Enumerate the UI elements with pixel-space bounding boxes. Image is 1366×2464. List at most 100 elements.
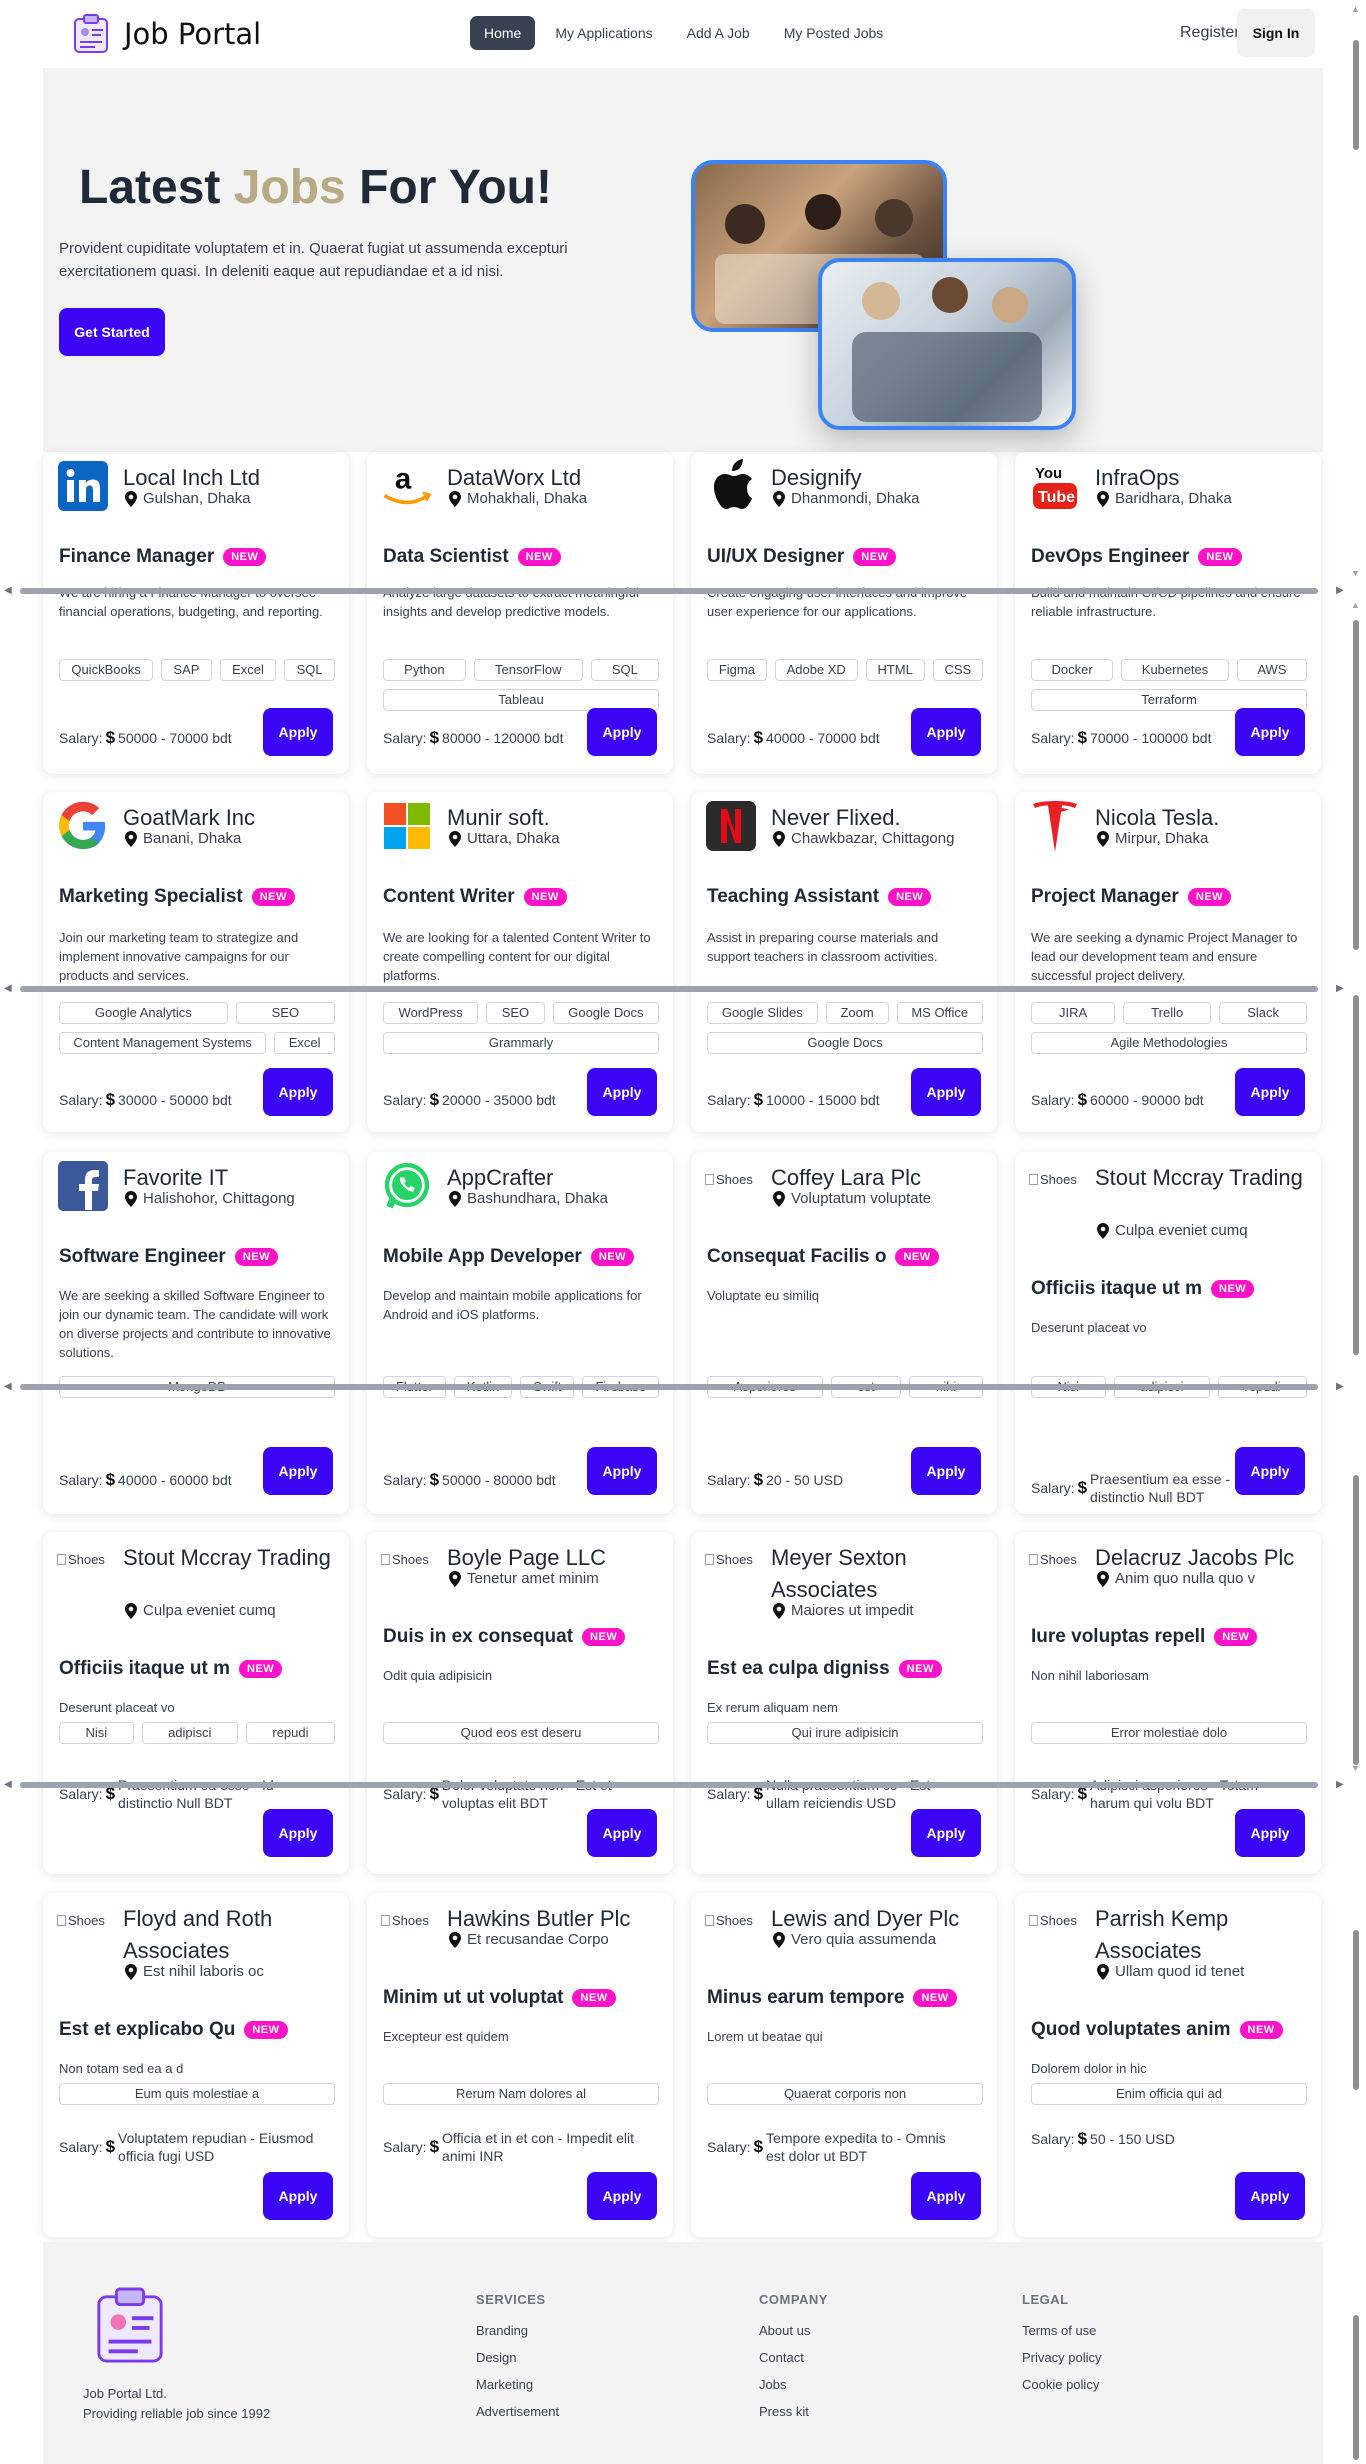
apply-button[interactable]: Apply [263, 1809, 333, 1857]
register-link[interactable]: Register [1180, 24, 1240, 42]
job-title[interactable]: UI/UX Designer NEW [707, 546, 897, 568]
skill-tag: Kubernetes [1121, 659, 1229, 681]
horizontal-scrollbar[interactable]: ◀ ▶ [0, 1777, 1344, 1791]
job-card: Shoes Meyer Sexton Associates Maiores ut… [691, 1532, 997, 1874]
job-title[interactable]: Officiis itaque ut m NEW [1031, 1278, 1255, 1300]
apply-button[interactable]: Apply [587, 708, 657, 756]
footer-link[interactable]: Cookie policy [1022, 2377, 1101, 2392]
job-title[interactable]: Consequat Facilis o NEW [707, 1246, 939, 1268]
apply-button[interactable]: Apply [263, 708, 333, 756]
job-title[interactable]: Finance Manager NEW [59, 546, 267, 568]
sign-in-button[interactable]: Sign In [1237, 9, 1315, 57]
skill-tag: Google Docs [552, 1002, 660, 1024]
new-badge: NEW [913, 1989, 957, 2007]
salary-value: 20000 - 35000 bdt [442, 1092, 556, 1108]
dollar-icon: $ [753, 2137, 764, 2156]
horizontal-scrollbar[interactable]: ◀ ▶ [0, 1379, 1344, 1393]
apply-button[interactable]: Apply [911, 2172, 981, 2220]
job-title[interactable]: Est et explicabo Qu NEW [59, 2019, 288, 2041]
job-card: Shoes Hawkins Butler Plc Et recusandae C… [367, 1893, 673, 2237]
get-started-button[interactable]: Get Started [59, 308, 165, 356]
skill-tag: Quaerat corporis non [707, 2083, 983, 2105]
job-title-text: Consequat Facilis o [707, 1246, 887, 1267]
company-logo-broken-image: Shoes [705, 1913, 753, 1928]
job-description: Join our marketing team to strategize an… [59, 930, 299, 983]
horizontal-scrollbar[interactable]: ◀ ▶ [0, 981, 1344, 995]
location-text: Voluptatum voluptate [791, 1190, 932, 1207]
apply-button[interactable]: Apply [263, 1068, 333, 1116]
job-title[interactable]: Est ea culpa digniss NEW [707, 1658, 942, 1680]
apply-button[interactable]: Apply [1235, 2172, 1305, 2220]
new-badge: NEW [1214, 1628, 1258, 1646]
nav-my-posted-jobs[interactable]: My Posted Jobs [770, 16, 898, 50]
apply-button[interactable]: Apply [1235, 1447, 1305, 1495]
apply-button[interactable]: Apply [587, 1068, 657, 1116]
footer-link[interactable]: Branding [476, 2323, 559, 2338]
job-title-text: Teaching Assistant [707, 886, 880, 907]
footer-link[interactable]: Advertisement [476, 2404, 559, 2419]
salary: Salary: $ 40000 - 60000 bdt [59, 1470, 232, 1490]
apply-button[interactable]: Apply [911, 1809, 981, 1857]
job-title[interactable]: Mobile App Developer NEW [383, 1246, 634, 1268]
job-title-text: Est ea culpa digniss [707, 1658, 890, 1679]
job-card: Designify Dhanmondi, Dhaka UI/UX Designe… [691, 452, 997, 774]
footer-link[interactable]: Marketing [476, 2377, 559, 2392]
footer-link[interactable]: Press kit [759, 2404, 828, 2419]
job-title[interactable]: Iure voluptas repell NEW [1031, 1626, 1258, 1648]
skill-tag: Trello [1123, 1002, 1212, 1024]
job-title[interactable]: Minus earum tempore NEW [707, 1987, 957, 2009]
apply-button[interactable]: Apply [587, 2172, 657, 2220]
company-location: Voluptatum voluptate [773, 1190, 931, 1207]
footer-link[interactable]: Contact [759, 2350, 828, 2365]
nav-my-applications[interactable]: My Applications [541, 16, 666, 50]
footer-link[interactable]: Jobs [759, 2377, 828, 2392]
company-location: Halishohor, Chittagong [125, 1190, 295, 1207]
job-title[interactable]: Duis in ex consequat NEW [383, 1626, 626, 1648]
job-title[interactable]: Content Writer NEW [383, 886, 567, 908]
apply-button[interactable]: Apply [1235, 1068, 1305, 1116]
location-text: Mirpur, Dhaka [1115, 830, 1209, 847]
job-card: GoatMark Inc Banani, Dhaka Marketing Spe… [43, 792, 349, 1132]
footer-link[interactable]: About us [759, 2323, 828, 2338]
footer-link[interactable]: Design [476, 2350, 559, 2365]
location-text: Banani, Dhaka [143, 830, 242, 847]
new-badge: NEW [1187, 888, 1231, 906]
job-title[interactable]: Marketing Specialist NEW [59, 886, 295, 908]
apply-button[interactable]: Apply [1235, 1809, 1305, 1857]
job-title[interactable]: Software Engineer NEW [59, 1246, 278, 1268]
vertical-scrollbar[interactable]: ▲ ▼ ▲ ▼ [1346, 0, 1366, 2464]
job-card: Shoes Boyle Page LLC Tenetur amet minim … [367, 1532, 673, 1874]
page: Job Portal Home My Applications Add A Jo… [0, 0, 1344, 2464]
footer-link[interactable]: Privacy policy [1022, 2350, 1101, 2365]
job-title[interactable]: Data Scientist NEW [383, 546, 561, 568]
footer-services: SERVICES Branding Design Marketing Adver… [476, 2292, 559, 2431]
job-title[interactable]: Minim ut ut voluptat NEW [383, 1987, 616, 2009]
job-description: We are seeking a dynamic Project Manager… [1031, 930, 1298, 983]
job-title[interactable]: Officiis itaque ut m NEW [59, 1658, 283, 1680]
horizontal-scrollbar[interactable]: ◀ ▶ [0, 583, 1344, 597]
job-title[interactable]: Quod voluptates anim NEW [1031, 2019, 1283, 2041]
apply-button[interactable]: Apply [587, 1447, 657, 1495]
skill-tag: Enim officia qui ad [1031, 2083, 1307, 2105]
footer-link[interactable]: Terms of use [1022, 2323, 1101, 2338]
apply-button[interactable]: Apply [587, 1809, 657, 1857]
nav-home[interactable]: Home [470, 16, 536, 50]
skill-tags: QuickBooks SAP Excel SQL [59, 659, 336, 681]
skill-tags: Error molestiae dolo [1031, 1722, 1307, 1744]
job-title[interactable]: Teaching Assistant NEW [707, 886, 932, 908]
apply-button[interactable]: Apply [263, 2172, 333, 2220]
apply-button[interactable]: Apply [263, 1447, 333, 1495]
nav-add-job[interactable]: Add A Job [673, 16, 764, 50]
skill-tag: Excel [219, 659, 277, 681]
brand-logo[interactable]: Job Portal [72, 14, 261, 54]
apply-button[interactable]: Apply [1235, 708, 1305, 756]
amazon-logo: a [381, 460, 433, 512]
job-title[interactable]: DevOps Engineer NEW [1031, 546, 1242, 568]
job-title[interactable]: Project Manager NEW [1031, 886, 1231, 908]
apply-button[interactable]: Apply [911, 1447, 981, 1495]
apply-button[interactable]: Apply [911, 1068, 981, 1116]
apply-button[interactable]: Apply [911, 708, 981, 756]
skill-tag: Figma [707, 659, 767, 681]
skill-tags: Google Slides Zoom MS Office Google Docs [707, 1002, 983, 1054]
location-text: Chawkbazar, Chittagong [791, 830, 955, 847]
